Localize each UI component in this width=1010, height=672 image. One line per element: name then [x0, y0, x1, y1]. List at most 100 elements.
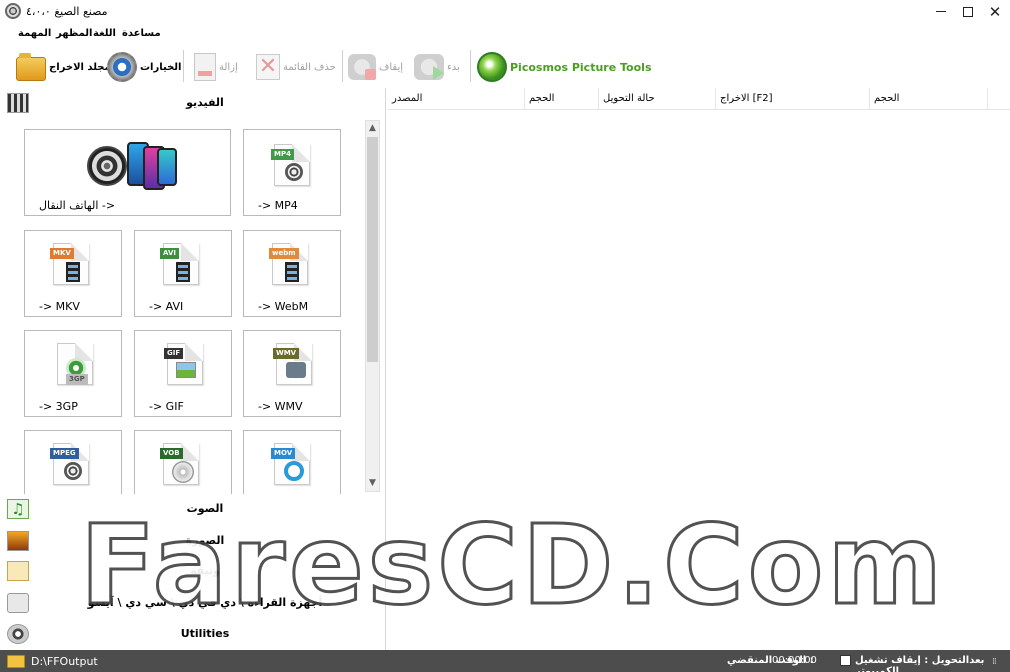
- scroll-up-icon[interactable]: ▲: [366, 121, 379, 136]
- elapsed-time: 00:00:00: [772, 655, 817, 666]
- format-tile-mkv[interactable]: MKV -> MKV: [24, 230, 122, 317]
- format-label: -> WMV: [258, 400, 303, 413]
- mp4-icon: MP4: [271, 144, 310, 186]
- category-utilities[interactable]: Utilities: [0, 621, 385, 647]
- mpeg-tag: MPEG: [50, 448, 79, 459]
- menu-task[interactable]: المهمة: [18, 28, 51, 39]
- mkv-icon: MKV: [50, 243, 89, 285]
- folder-icon[interactable]: [7, 655, 25, 668]
- format-tile-3gp[interactable]: 3GP -> 3GP: [24, 330, 122, 417]
- menu-appearance[interactable]: المظهر: [56, 28, 92, 39]
- clear-icon: ✕: [256, 54, 280, 80]
- format-label: الهاتف النقال ->: [39, 199, 116, 212]
- 3gp-tag: 3GP: [66, 374, 88, 385]
- window-title: مصنع الصيغ ٤،٠،٠: [26, 5, 108, 18]
- format-tile-wmv[interactable]: WMV -> WMV: [243, 330, 341, 417]
- avi-icon: AVI: [160, 243, 199, 285]
- format-tile-mov[interactable]: MOV: [243, 430, 341, 494]
- category-audio[interactable]: ♫ الصوت: [0, 496, 385, 522]
- document-icon: [7, 561, 29, 581]
- output-folder-button[interactable]: مجلد الاخراج: [16, 50, 111, 84]
- after-convert-label: بعدالتحويل : إيقاف تشغيل الكمبيوتر: [855, 655, 985, 672]
- maximize-button[interactable]: [953, 0, 983, 24]
- format-label: -> 3GP: [39, 400, 78, 413]
- 3gp-icon: 3GP: [57, 343, 93, 385]
- scroll-down-icon[interactable]: ▼: [366, 476, 379, 491]
- title-bar: مصنع الصيغ ٤،٠،٠ ✕: [0, 0, 1010, 24]
- format-tile-mpeg[interactable]: MPEG: [24, 430, 122, 494]
- category-utilities-label: Utilities: [180, 627, 230, 640]
- webm-tag: webm: [269, 248, 299, 259]
- format-tile-mobile[interactable]: الهاتف النقال ->: [24, 129, 231, 216]
- clear-list-label: حذف القائمة: [283, 61, 336, 73]
- resize-grip[interactable]: ⁞⁞: [992, 657, 997, 667]
- picosmos-button[interactable]: Picosmos Picture Tools: [477, 50, 652, 84]
- mpeg-icon: MPEG: [50, 443, 89, 485]
- remove-button[interactable]: إزالة: [194, 50, 238, 84]
- options-label: الخيارات: [140, 61, 182, 73]
- wmv-tag: WMV: [273, 348, 300, 359]
- menu-language[interactable]: اللغة: [93, 28, 116, 39]
- minimize-button[interactable]: [926, 0, 956, 24]
- toolbar: مجلد الاخراج الخيارات إزالة ✕ حذف القائم…: [0, 46, 1010, 88]
- picosmos-icon: [477, 52, 507, 82]
- start-label: بدء: [447, 61, 460, 73]
- menu-bar: المهمة المظهر اللغة مساعدة: [0, 26, 1010, 44]
- format-grid: الهاتف النقال -> MP4 -> MP4 MKV -> MKV A…: [0, 116, 364, 494]
- category-document-label: وثيقة: [189, 564, 221, 577]
- clear-list-button[interactable]: ✕ حذف القائمة: [256, 50, 336, 84]
- mobile-device-icon: [87, 142, 183, 192]
- close-button[interactable]: ✕: [980, 0, 1010, 24]
- category-document[interactable]: وثيقة: [0, 558, 385, 584]
- avi-tag: AVI: [160, 248, 179, 259]
- mov-tag: MOV: [271, 448, 296, 459]
- task-list[interactable]: [388, 111, 1010, 650]
- mkv-tag: MKV: [50, 248, 74, 259]
- scrollbar-thumb[interactable]: [367, 137, 378, 362]
- category-panel: الفيديو الهاتف النقال -> MP4 -> MP4 MKV …: [0, 88, 386, 650]
- shutdown-checkbox[interactable]: [840, 655, 851, 666]
- format-tile-vob[interactable]: VOB: [134, 430, 232, 494]
- format-label: -> WebM: [258, 300, 309, 313]
- toolbar-separator: [183, 50, 184, 82]
- column-source[interactable]: المصدر: [388, 88, 525, 110]
- format-grid-scrollbar[interactable]: ▲ ▼: [365, 120, 380, 492]
- format-tile-gif[interactable]: GIF -> GIF: [134, 330, 232, 417]
- stop-button[interactable]: إيقاف: [348, 50, 403, 84]
- vob-icon: VOB: [160, 443, 199, 485]
- picosmos-label: Picosmos Picture Tools: [510, 60, 652, 74]
- mov-icon: MOV: [271, 443, 310, 485]
- app-window: مصنع الصيغ ٤،٠،٠ ✕ المهمة المظهر اللغة م…: [0, 0, 1010, 672]
- music-note-icon: ♫: [7, 499, 29, 519]
- category-video[interactable]: الفيديو: [0, 90, 385, 116]
- category-rom[interactable]: أجهزة القراءة \ دي في دي \ سي دي \ آيسو: [0, 590, 385, 616]
- category-audio-label: الصوت: [186, 502, 224, 515]
- format-tile-webm[interactable]: webm -> WebM: [243, 230, 341, 317]
- minimize-icon: [936, 11, 946, 12]
- wmv-icon: WMV: [273, 343, 312, 385]
- column-status[interactable]: حالة التحويل: [599, 88, 716, 110]
- remove-label: إزالة: [219, 61, 238, 73]
- folder-icon: [16, 53, 46, 81]
- stop-label: إيقاف: [379, 61, 404, 73]
- column-output-size[interactable]: الحجم: [870, 88, 988, 110]
- format-label: -> AVI: [149, 300, 184, 313]
- maximize-icon: [963, 7, 973, 17]
- column-size[interactable]: الحجم: [525, 88, 599, 110]
- category-picture[interactable]: الصورة: [0, 528, 385, 554]
- toolbar-separator: [342, 50, 343, 82]
- output-path[interactable]: D:\FFOutput: [31, 655, 98, 668]
- picture-icon: [7, 531, 29, 551]
- status-bar: D:\FFOutput الوقت المنقضي : 00:00:00 بعد…: [0, 650, 1010, 672]
- format-tile-mp4[interactable]: MP4 -> MP4: [243, 129, 341, 216]
- play-icon: [414, 54, 444, 80]
- start-button[interactable]: بدء: [414, 50, 460, 84]
- options-button[interactable]: الخيارات: [107, 50, 181, 84]
- format-tile-avi[interactable]: AVI -> AVI: [134, 230, 232, 317]
- column-output[interactable]: الاخراج [F2]: [716, 88, 870, 110]
- task-list-header: المصدر الحجم حالة التحويل الاخراج [F2] ا…: [388, 88, 1010, 110]
- menu-help[interactable]: مساعدة: [122, 28, 161, 39]
- gear-icon: [107, 52, 137, 82]
- format-label: -> MP4: [258, 199, 298, 212]
- category-picture-label: الصورة: [185, 534, 225, 547]
